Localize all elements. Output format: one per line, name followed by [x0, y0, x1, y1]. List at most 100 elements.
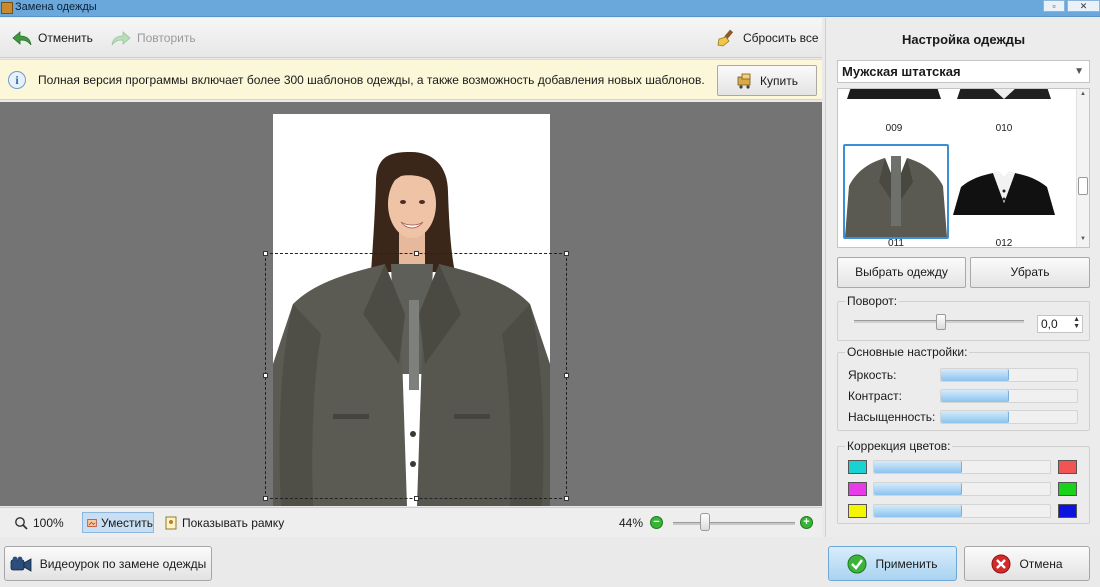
yellow-swatch	[848, 504, 867, 518]
brightness-label: Яркость:	[848, 368, 897, 382]
gallery-scrollbar[interactable]: ▲ ▼	[1076, 89, 1089, 247]
scroll-up-icon[interactable]: ▲	[1080, 91, 1086, 97]
zoom-percent: 44%	[619, 508, 643, 538]
saturation-fill	[941, 411, 1009, 423]
info-icon: i	[8, 71, 26, 89]
fit-button[interactable]: Уместить	[82, 512, 154, 533]
yellow-blue-slider[interactable]	[873, 504, 1051, 518]
color-correction-group: Коррекция цветов:	[837, 439, 1090, 524]
close-icon[interactable]: ✕	[1067, 0, 1100, 12]
resize-handle-top-right[interactable]	[564, 251, 569, 256]
frame-icon	[165, 516, 177, 530]
footer: Видеоурок по замене одежды Применить Отм…	[0, 537, 1100, 587]
chevron-down-icon: ▼	[1074, 66, 1084, 77]
show-frame-label: Показывать рамку	[182, 516, 285, 530]
apply-button[interactable]: Применить	[828, 546, 957, 581]
redo-icon	[111, 31, 131, 46]
basic-settings-group: Основные настройки: Яркость: Контраст: Н…	[837, 345, 1090, 431]
buy-button[interactable]: Купить	[717, 65, 817, 96]
thumbnail-010[interactable]	[951, 89, 1057, 101]
magnifier-icon	[15, 517, 28, 530]
resize-handle-bottom[interactable]	[414, 496, 419, 501]
cart-icon	[737, 73, 751, 89]
rotation-group: Поворот: 0,0 ▲ ▼	[837, 294, 1090, 341]
clothing-selection-frame[interactable]	[263, 251, 569, 501]
restore-icon[interactable]: ▫	[1043, 0, 1065, 12]
reset-all-label: Сбросить все	[743, 31, 819, 45]
basic-settings-title: Основные настройки:	[845, 345, 970, 359]
saturation-label: Насыщенность:	[848, 410, 936, 424]
magenta-swatch	[848, 482, 867, 496]
video-lesson-button[interactable]: Видеоурок по замене одежды	[4, 546, 212, 581]
color-correction-title: Коррекция цветов:	[845, 439, 953, 453]
show-frame-toggle[interactable]: Показывать рамку	[165, 508, 284, 538]
rotation-value-input[interactable]: 0,0 ▲ ▼	[1037, 315, 1083, 333]
resize-handle-left[interactable]	[263, 373, 268, 378]
redo-label: Повторить	[137, 31, 196, 45]
redo-button[interactable]: Повторить	[111, 18, 196, 58]
video-camera-icon	[10, 556, 32, 572]
resize-handle-top-left[interactable]	[263, 251, 268, 256]
scroll-down-icon[interactable]: ▼	[1080, 236, 1086, 242]
scroll-thumb[interactable]	[1078, 177, 1088, 195]
thumbnail-label: 011	[888, 238, 904, 248]
cancel-icon	[991, 554, 1011, 573]
brush-icon	[717, 29, 734, 47]
choose-clothing-button[interactable]: Выбрать одежду	[837, 257, 966, 288]
buy-label: Купить	[760, 73, 798, 88]
reset-all-button[interactable]: Сбросить все	[717, 18, 819, 58]
zoom-percent-label: 44%	[619, 516, 644, 530]
editor-canvas[interactable]	[0, 102, 822, 506]
info-message: Полная версия программы включает более 3…	[38, 73, 705, 87]
contrast-slider[interactable]	[940, 389, 1078, 403]
zoom-in-button[interactable]: +	[800, 516, 813, 529]
toolbar: Отменить Повторить Сбросить все	[0, 18, 822, 58]
zoom-slider-thumb[interactable]	[700, 513, 710, 531]
clothing-gallery[interactable]: 009 010 011 012 ▲ ▼	[837, 88, 1090, 248]
undo-icon	[12, 31, 32, 46]
resize-handle-top[interactable]	[414, 251, 419, 256]
thumbnail-label: 009	[885, 123, 903, 134]
rotation-title: Поворот:	[845, 294, 900, 308]
resize-handle-bottom-right[interactable]	[564, 496, 569, 501]
cyan-swatch	[848, 460, 867, 474]
undo-button[interactable]: Отменить	[12, 18, 93, 58]
magenta-green-slider[interactable]	[873, 482, 1051, 496]
cancel-button[interactable]: Отмена	[964, 546, 1090, 581]
zoom-100-button[interactable]: 100%	[14, 508, 64, 538]
undo-label: Отменить	[38, 31, 93, 45]
thumbnail-009[interactable]	[841, 89, 947, 101]
app-icon	[1, 2, 13, 14]
rotation-slider-thumb[interactable]	[936, 314, 946, 330]
thumbnail-label: 012	[995, 238, 1013, 248]
blue-swatch	[1058, 504, 1077, 518]
status-bar: 100% Уместить Показывать рамку 44% − +	[0, 507, 822, 537]
resize-handle-right[interactable]	[564, 373, 569, 378]
remove-clothing-button[interactable]: Убрать	[970, 257, 1090, 288]
yellow-blue-fill	[874, 505, 962, 517]
spin-arrows-icon[interactable]: ▲ ▼	[1073, 316, 1080, 330]
contrast-fill	[941, 390, 1009, 402]
magenta-green-fill	[874, 483, 962, 495]
fit-icon	[87, 518, 97, 527]
category-select[interactable]: Мужская штатская ▼	[837, 60, 1090, 83]
resize-handle-bottom-left[interactable]	[263, 496, 268, 501]
fit-label: Уместить	[101, 515, 153, 530]
saturation-slider[interactable]	[940, 410, 1078, 424]
thumbnail-012[interactable]	[951, 147, 1057, 237]
green-swatch	[1058, 482, 1077, 496]
thumbnail-label: 010	[995, 123, 1013, 134]
thumbnail-011[interactable]	[843, 144, 949, 239]
clothing-settings-panel: Настройка одежды Мужская штатская ▼ 009 …	[825, 18, 1100, 537]
zoom-out-button[interactable]: −	[650, 516, 663, 529]
contrast-label: Контраст:	[848, 389, 902, 403]
cancel-label: Отмена	[1019, 556, 1063, 571]
info-bar: i Полная версия программы включает более…	[0, 59, 822, 100]
brightness-fill	[941, 369, 1009, 381]
cyan-red-fill	[874, 461, 962, 473]
brightness-slider[interactable]	[940, 368, 1078, 382]
window-title: Замена одежды	[15, 1, 97, 13]
cyan-red-slider[interactable]	[873, 460, 1051, 474]
check-icon	[847, 554, 867, 573]
zoom-slider[interactable]	[673, 522, 795, 525]
